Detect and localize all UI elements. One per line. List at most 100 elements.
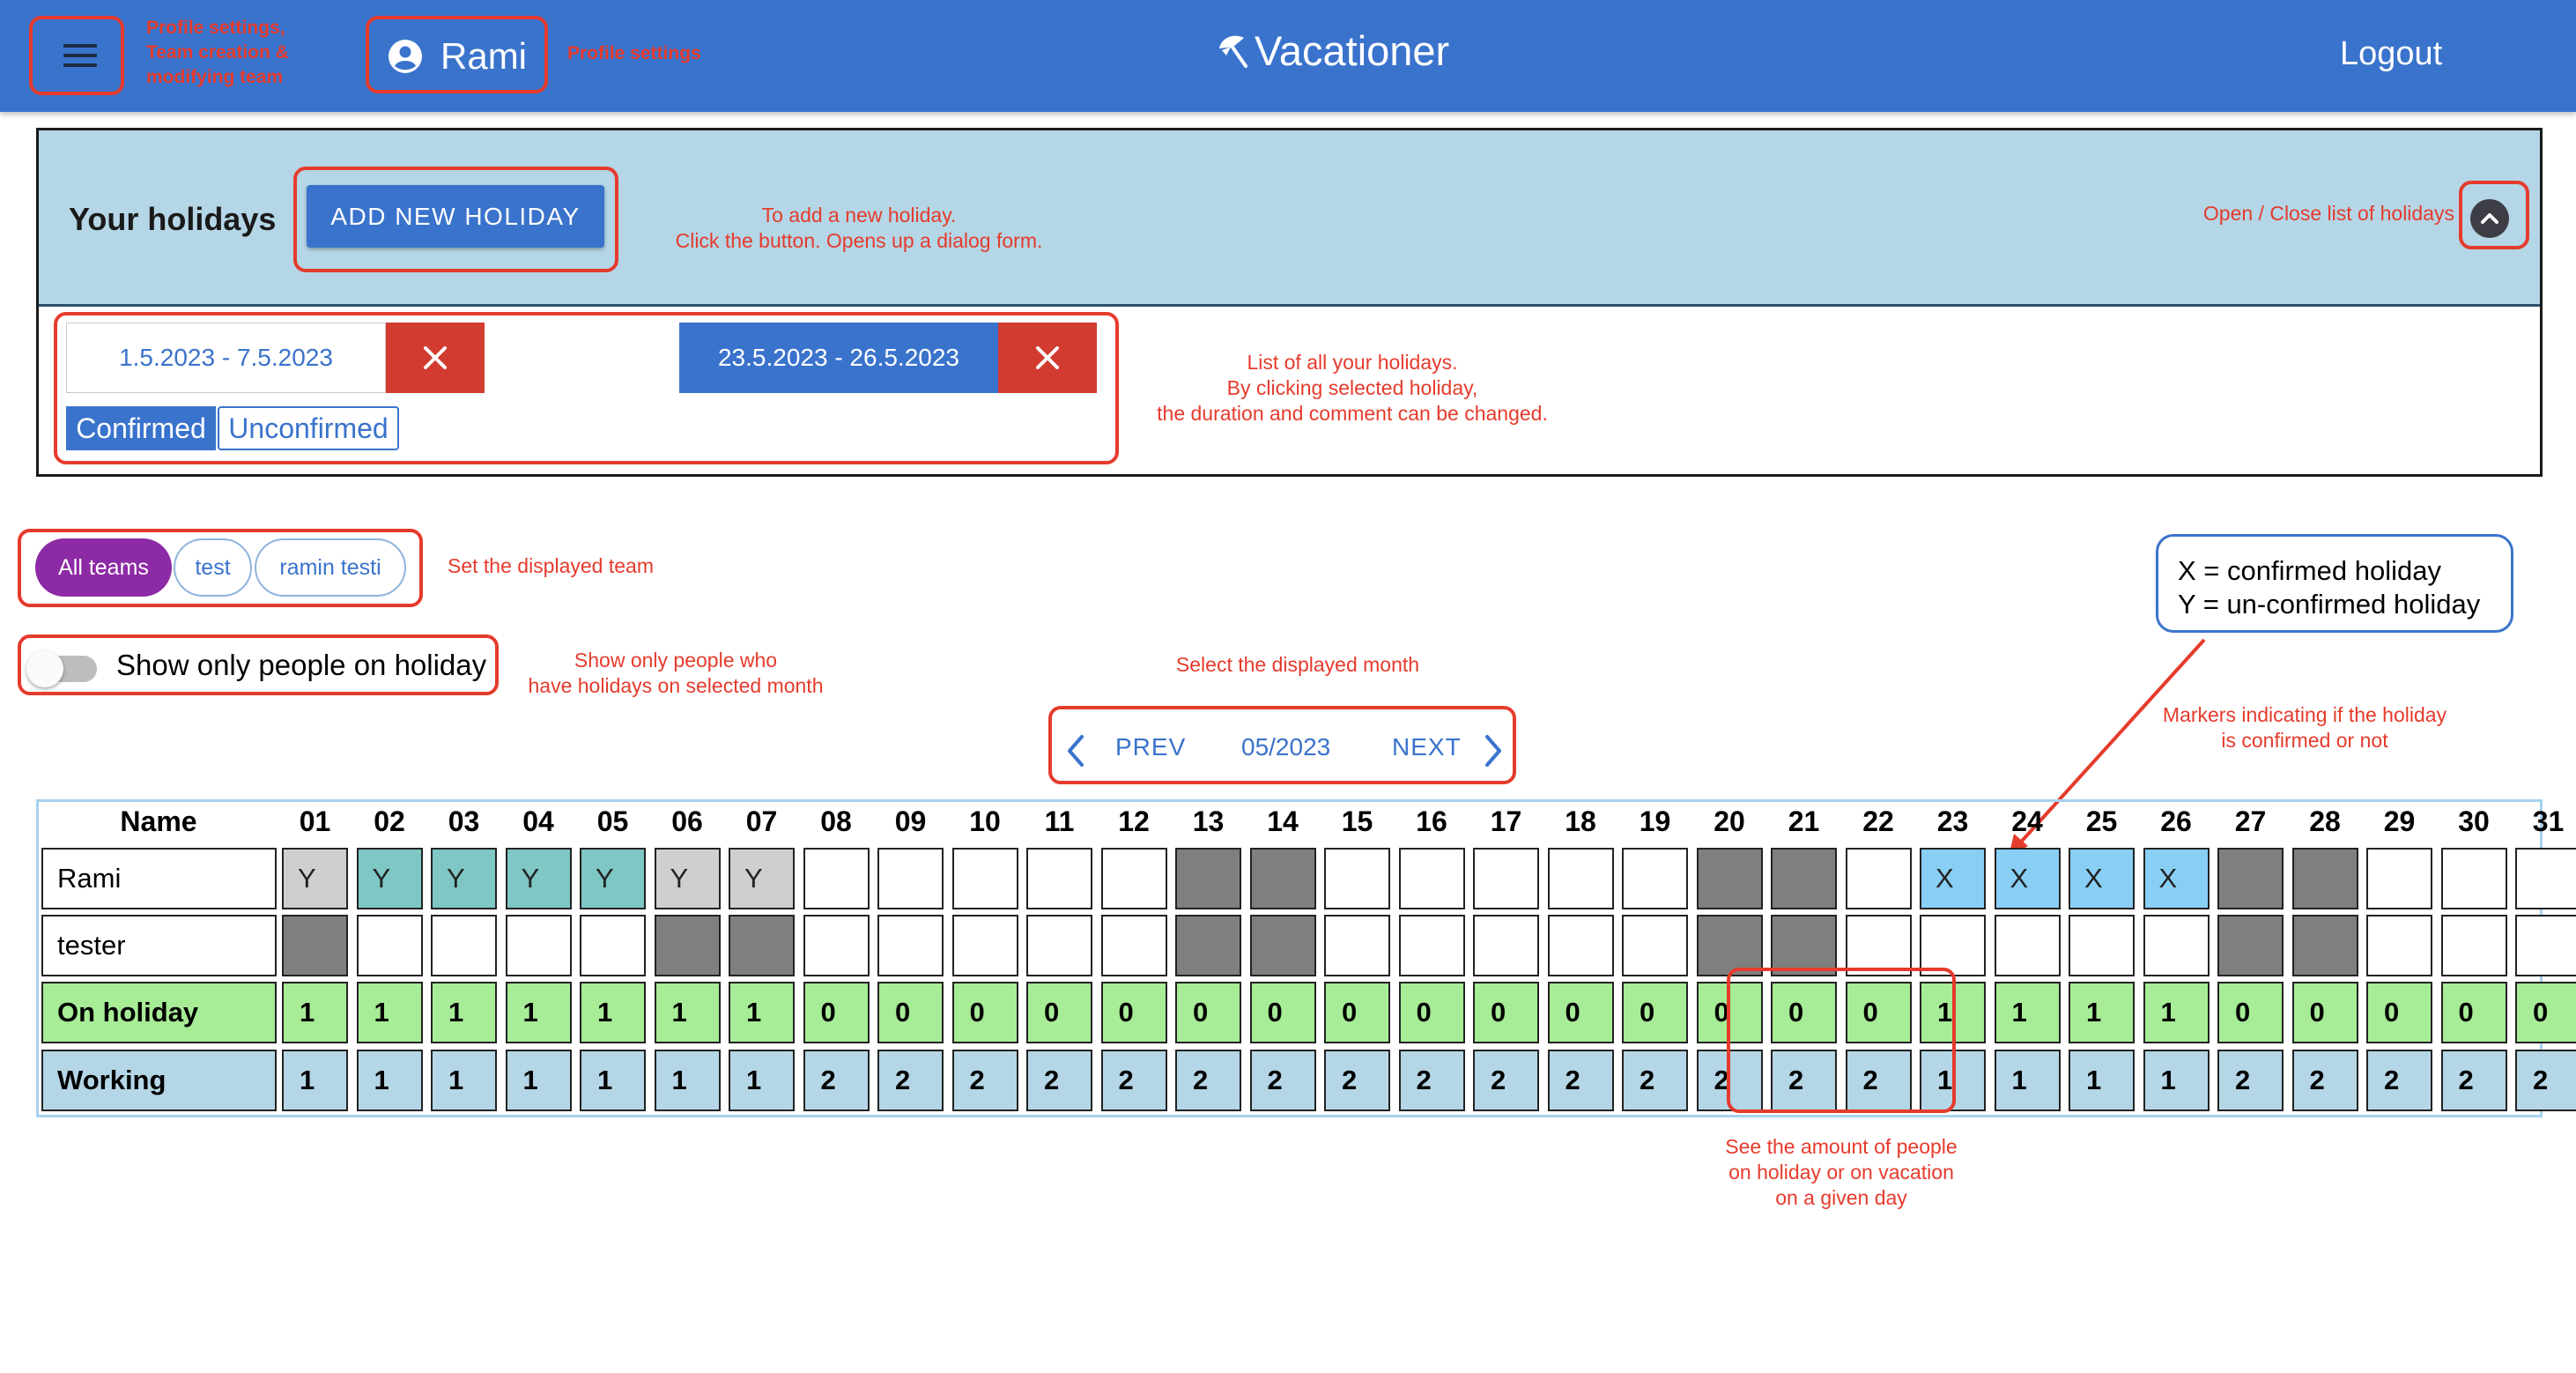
day-header: 18	[1565, 805, 1596, 837]
summary-cell: 2	[2291, 1050, 2358, 1111]
day-cell[interactable]	[1324, 848, 1390, 909]
day-cell[interactable]	[729, 915, 795, 976]
collapse-highlight	[2459, 181, 2529, 249]
day-header: 24	[2011, 805, 2043, 837]
summary-cell: 1	[282, 1050, 348, 1111]
day-cell[interactable]	[654, 915, 721, 976]
summary-cell: 0	[1622, 982, 1688, 1043]
holiday-list-highlight	[54, 312, 1119, 464]
summary-cell: 0	[2366, 982, 2432, 1043]
day-cell[interactable]	[803, 848, 870, 909]
summary-cell: 1	[356, 982, 423, 1043]
day-cell[interactable]	[1547, 915, 1614, 976]
profile-annotation: Profile settings	[567, 43, 701, 63]
day-cell[interactable]	[1026, 915, 1092, 976]
brand: Vacationer	[1214, 26, 1449, 75]
day-header: 22	[1862, 805, 1894, 837]
day-cell[interactable]	[2440, 915, 2507, 976]
day-cell[interactable]: Y	[282, 848, 348, 909]
day-cell[interactable]	[282, 915, 348, 976]
day-cell[interactable]	[1771, 848, 1837, 909]
summary-cell: 1	[654, 982, 721, 1043]
umbrella-icon	[1219, 35, 1247, 68]
day-cell[interactable]	[2366, 848, 2432, 909]
day-cell[interactable]	[1324, 915, 1390, 976]
month-annotation: Select the displayed month	[1175, 653, 1420, 676]
summary-cell: 0	[1249, 982, 1316, 1043]
summary-cell: 2	[2366, 1050, 2432, 1111]
day-cell[interactable]	[2515, 848, 2576, 909]
summary-cell: 1	[580, 1050, 646, 1111]
panel-title: Your holidays	[69, 201, 277, 237]
day-header: 07	[745, 805, 778, 837]
day-header: 19	[1639, 805, 1671, 837]
day-cell[interactable]	[1696, 848, 1763, 909]
day-cell[interactable]	[1175, 848, 1241, 909]
day-cell[interactable]: Y	[431, 848, 497, 909]
summary-cell: 1	[654, 1050, 721, 1111]
day-cell[interactable]: X	[2069, 848, 2135, 909]
logout-button[interactable]: Logout	[2340, 35, 2442, 73]
day-cell[interactable]	[1100, 848, 1167, 909]
day-cell[interactable]	[1473, 915, 1539, 976]
day-cell[interactable]: X	[1920, 848, 1986, 909]
summary-cell: 1	[356, 1050, 423, 1111]
day-cell[interactable]	[1845, 848, 1912, 909]
day-cell[interactable]	[1026, 848, 1092, 909]
summary-cell: 1	[2143, 1050, 2210, 1111]
day-cell[interactable]	[1622, 848, 1688, 909]
day-header: 09	[894, 805, 927, 837]
day-cell[interactable]	[2143, 915, 2210, 976]
person-name: Rami	[41, 848, 277, 909]
day-header: 20	[1714, 805, 1745, 837]
day-cell[interactable]	[1547, 848, 1614, 909]
summary-label: Working	[41, 1050, 277, 1111]
day-cell[interactable]: Y	[580, 848, 646, 909]
day-cell[interactable]	[1249, 848, 1316, 909]
day-cell[interactable]	[877, 915, 944, 976]
day-cell[interactable]	[1473, 848, 1539, 909]
day-cell[interactable]: X	[2143, 848, 2210, 909]
summary-cell: 1	[729, 1050, 795, 1111]
day-cell[interactable]	[1994, 915, 2061, 976]
day-cell[interactable]	[951, 848, 1018, 909]
day-header: 02	[374, 805, 405, 837]
day-cell[interactable]	[356, 915, 423, 976]
day-cell[interactable]	[2217, 915, 2284, 976]
person-name: tester	[41, 915, 277, 976]
summary-cell: 2	[951, 1050, 1018, 1111]
day-cell[interactable]: X	[1994, 848, 2061, 909]
day-cell[interactable]: Y	[654, 848, 721, 909]
app-title: Vacationer	[1255, 27, 1450, 74]
summary-cell: 0	[1175, 982, 1241, 1043]
day-cell[interactable]	[2515, 915, 2576, 976]
day-cell[interactable]	[2069, 915, 2135, 976]
day-header: 13	[1192, 805, 1225, 837]
summary-label: On holiday	[41, 982, 277, 1043]
day-cell[interactable]: Y	[729, 848, 795, 909]
day-cell[interactable]	[1398, 915, 1465, 976]
day-cell[interactable]	[505, 915, 572, 976]
day-cell[interactable]: Y	[356, 848, 423, 909]
summary-cell: 2	[2515, 1050, 2576, 1111]
day-cell[interactable]	[1622, 915, 1688, 976]
day-cell[interactable]	[580, 915, 646, 976]
day-cell[interactable]	[1100, 915, 1167, 976]
day-cell[interactable]	[2291, 848, 2358, 909]
month-nav-highlight	[1048, 706, 1516, 784]
counts-highlight	[1727, 968, 1956, 1113]
day-cell[interactable]	[1175, 915, 1241, 976]
day-cell[interactable]	[951, 915, 1018, 976]
day-cell[interactable]	[877, 848, 944, 909]
day-cell[interactable]	[2440, 848, 2507, 909]
day-cell[interactable]	[1398, 848, 1465, 909]
day-header: 23	[1936, 805, 1969, 837]
day-cell[interactable]: Y	[505, 848, 572, 909]
day-cell[interactable]	[1249, 915, 1316, 976]
day-cell[interactable]	[2291, 915, 2358, 976]
summary-cell: 1	[282, 982, 348, 1043]
day-cell[interactable]	[2366, 915, 2432, 976]
day-cell[interactable]	[2217, 848, 2284, 909]
day-cell[interactable]	[803, 915, 870, 976]
day-cell[interactable]	[431, 915, 497, 976]
